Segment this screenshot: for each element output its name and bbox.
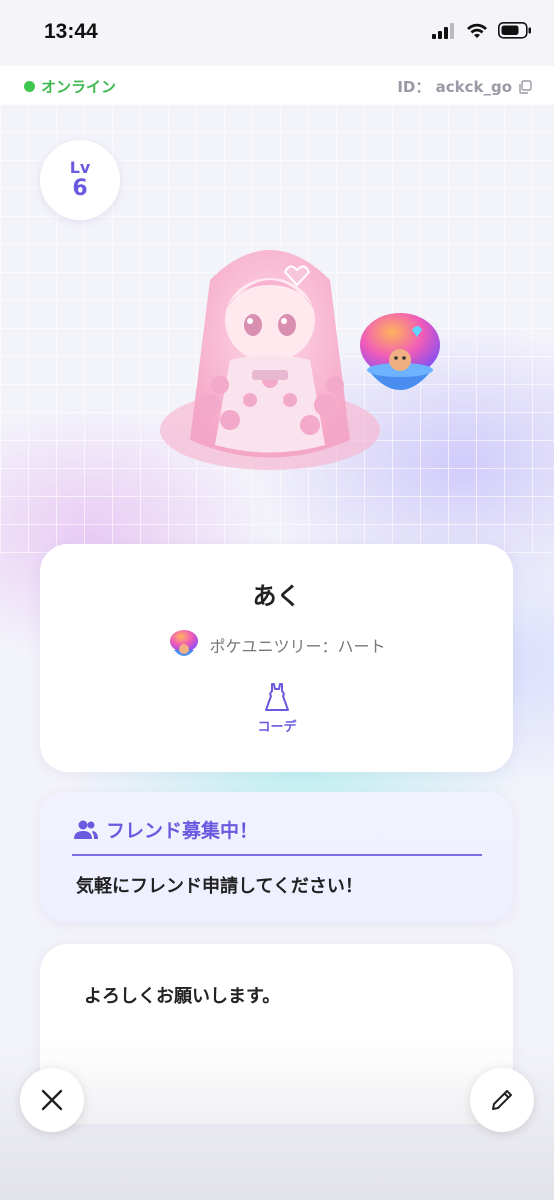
mushroom-tree-icon bbox=[170, 630, 199, 656]
avatar-character[interactable] bbox=[150, 230, 450, 480]
online-dot-icon bbox=[24, 81, 35, 92]
copy-icon[interactable] bbox=[518, 79, 532, 94]
pokeuni-tree: ポケユニツリー：ハート bbox=[40, 628, 513, 662]
friend-recruit-card: フレンド募集中！ 気軽にフレンド申請してください！ bbox=[40, 792, 513, 922]
outfit-button[interactable]: コーデ bbox=[246, 682, 308, 744]
signal-icon bbox=[432, 22, 454, 39]
username: あく bbox=[252, 582, 301, 610]
tree-label: ポケユニツリー：ハート bbox=[209, 637, 386, 656]
friend-recruit-title: フレンド募集中！ bbox=[74, 816, 258, 843]
people-icon bbox=[74, 820, 98, 839]
status-time: 13:44 bbox=[44, 20, 98, 43]
profile-card: あく ポケユニツリー：ハート コーデ bbox=[40, 544, 513, 772]
status-bar: 13:44 bbox=[0, 0, 554, 66]
user-id-text: ID： ackck_go bbox=[397, 78, 512, 96]
dress-icon bbox=[265, 683, 289, 711]
battery-icon bbox=[498, 22, 531, 39]
level-badge: Lv 6 bbox=[40, 140, 120, 220]
wifi-icon bbox=[467, 23, 487, 38]
level-label: Lv bbox=[69, 158, 91, 177]
divider bbox=[72, 854, 482, 856]
close-icon bbox=[41, 1089, 63, 1111]
friend-message: 気軽にフレンド申請してください！ bbox=[76, 876, 363, 897]
user-id[interactable]: ID： ackck_go bbox=[397, 76, 532, 97]
status-icons bbox=[432, 22, 532, 39]
profile-message: よろしくお願いします。 bbox=[84, 986, 281, 1007]
bottom-fade bbox=[0, 1040, 554, 1200]
online-label: オンライン bbox=[41, 78, 117, 96]
outfit-label: コーデ bbox=[257, 720, 297, 735]
close-button[interactable] bbox=[20, 1068, 84, 1132]
online-status: オンライン bbox=[24, 76, 116, 97]
edit-button[interactable] bbox=[470, 1068, 534, 1132]
pencil-icon bbox=[492, 1090, 512, 1110]
level-value: 6 bbox=[72, 176, 88, 201]
top-bar: オンライン ID： ackck_go bbox=[0, 66, 554, 104]
friend-title-text: フレンド募集中！ bbox=[106, 820, 259, 842]
